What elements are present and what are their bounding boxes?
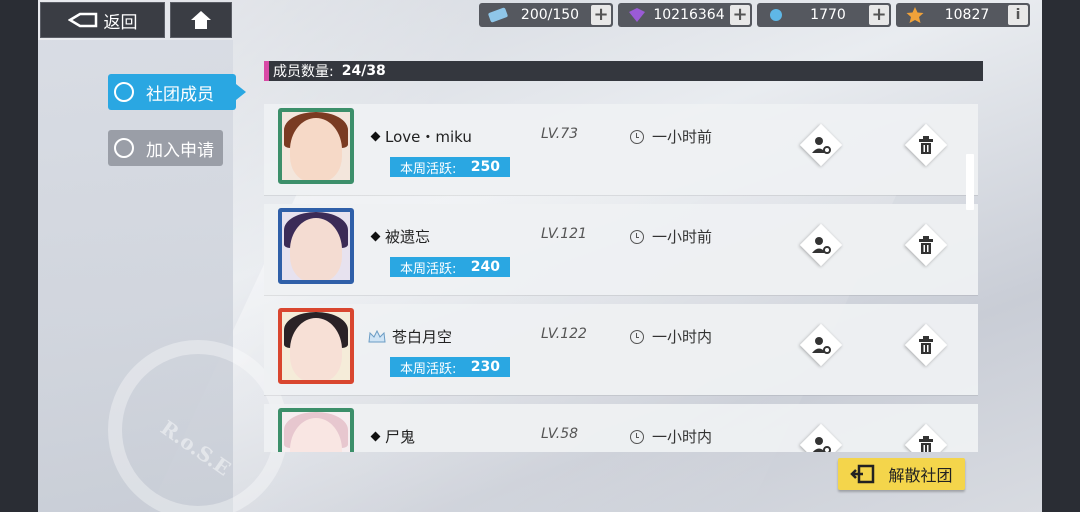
back-button[interactable]: 返回 [40, 2, 165, 38]
add-stamina-button[interactable]: + [591, 5, 611, 25]
member-name: Love・miku [385, 128, 472, 146]
clock-icon [630, 229, 644, 244]
manage-member-button[interactable] [799, 323, 843, 367]
home-icon [191, 11, 211, 29]
member-avatar[interactable] [278, 408, 354, 452]
member-avatar[interactable] [278, 308, 354, 384]
remove-member-button[interactable] [904, 423, 948, 452]
manage-member-button[interactable] [799, 223, 843, 267]
trash-icon [919, 336, 933, 354]
crystal-resource: 1770 + [757, 3, 891, 27]
stamina-resource: 200/150 + [479, 3, 613, 27]
weekly-activity: 本周活跃: 240 [390, 257, 510, 277]
star-icon [906, 7, 924, 23]
member-row[interactable]: 被遗忘 本周活跃: 240 LV.121 一小时前 [264, 204, 978, 295]
weekly-activity: 本周活跃: 230 [390, 357, 510, 377]
member-row[interactable]: Love・miku 本周活跃: 250 LV.73 一小时前 [264, 104, 978, 195]
member-avatar[interactable] [278, 208, 354, 284]
ticket-icon [488, 7, 508, 23]
last-online: 一小时内 [630, 326, 712, 347]
user-gear-icon [812, 437, 831, 452]
member-avatar[interactable] [278, 108, 354, 184]
remove-member-button[interactable] [904, 223, 948, 267]
bullet-icon [370, 131, 381, 142]
crown-icon [368, 329, 386, 342]
back-label: 返回 [103, 12, 138, 33]
member-level: LV.121 [541, 226, 587, 242]
add-crystal-button[interactable]: + [869, 5, 889, 25]
user-gear-icon [812, 237, 831, 254]
trash-icon [919, 136, 933, 154]
home-button[interactable] [170, 2, 232, 38]
members-icon [114, 82, 134, 102]
member-count-bar: 成员数量: 24/38 [264, 61, 983, 81]
member-level: LV.122 [541, 326, 587, 342]
member-row[interactable]: 苍白月空 本周活跃: 230 LV.122 一小时内 [264, 304, 978, 395]
club-watermark: R.o.S.E [108, 340, 288, 512]
weekly-activity: 本周活跃: 250 [390, 157, 510, 177]
member-level: LV.73 [541, 126, 579, 142]
trash-icon [919, 236, 933, 254]
star-resource: 10827 i [896, 3, 1030, 27]
member-level: LV.58 [541, 426, 579, 442]
add-gem-button[interactable]: + [730, 5, 750, 25]
clock-icon [630, 429, 644, 444]
request-icon [114, 138, 134, 158]
remove-member-button[interactable] [904, 323, 948, 367]
user-gear-icon [812, 137, 831, 154]
tab-club-members[interactable]: 社团成员 [108, 74, 246, 110]
remove-member-button[interactable] [904, 123, 948, 167]
disband-club-button[interactable]: 解散社团 [838, 458, 965, 490]
manage-member-button[interactable] [799, 123, 843, 167]
trash-icon [919, 436, 933, 452]
member-name: 被遗忘 [385, 228, 431, 246]
clock-icon [630, 129, 644, 144]
manage-member-button[interactable] [799, 423, 843, 452]
bullet-icon [370, 431, 381, 442]
last-online: 一小时内 [630, 426, 712, 447]
bullet-icon [370, 231, 381, 242]
info-button[interactable]: i [1008, 5, 1028, 25]
last-online: 一小时前 [630, 126, 712, 147]
gem-resource: 10216364 + [618, 3, 752, 27]
tab-join-requests[interactable]: 加入申请 [108, 130, 223, 166]
member-row[interactable]: 尸鬼 LV.58 一小时内 [264, 404, 978, 452]
member-name: 尸鬼 [385, 428, 416, 446]
member-name: 苍白月空 [392, 328, 453, 346]
list-scrollbar[interactable] [966, 154, 974, 210]
clock-icon [630, 329, 644, 344]
gem-icon [629, 8, 645, 22]
back-arrow-icon [67, 12, 97, 28]
crystal-icon [770, 9, 782, 21]
member-list[interactable]: Love・miku 本周活跃: 250 LV.73 一小时前 被遗忘 本周活跃: 2… [264, 104, 978, 452]
exit-door-icon [850, 464, 875, 484]
last-online: 一小时前 [630, 226, 712, 247]
user-gear-icon [812, 337, 831, 354]
